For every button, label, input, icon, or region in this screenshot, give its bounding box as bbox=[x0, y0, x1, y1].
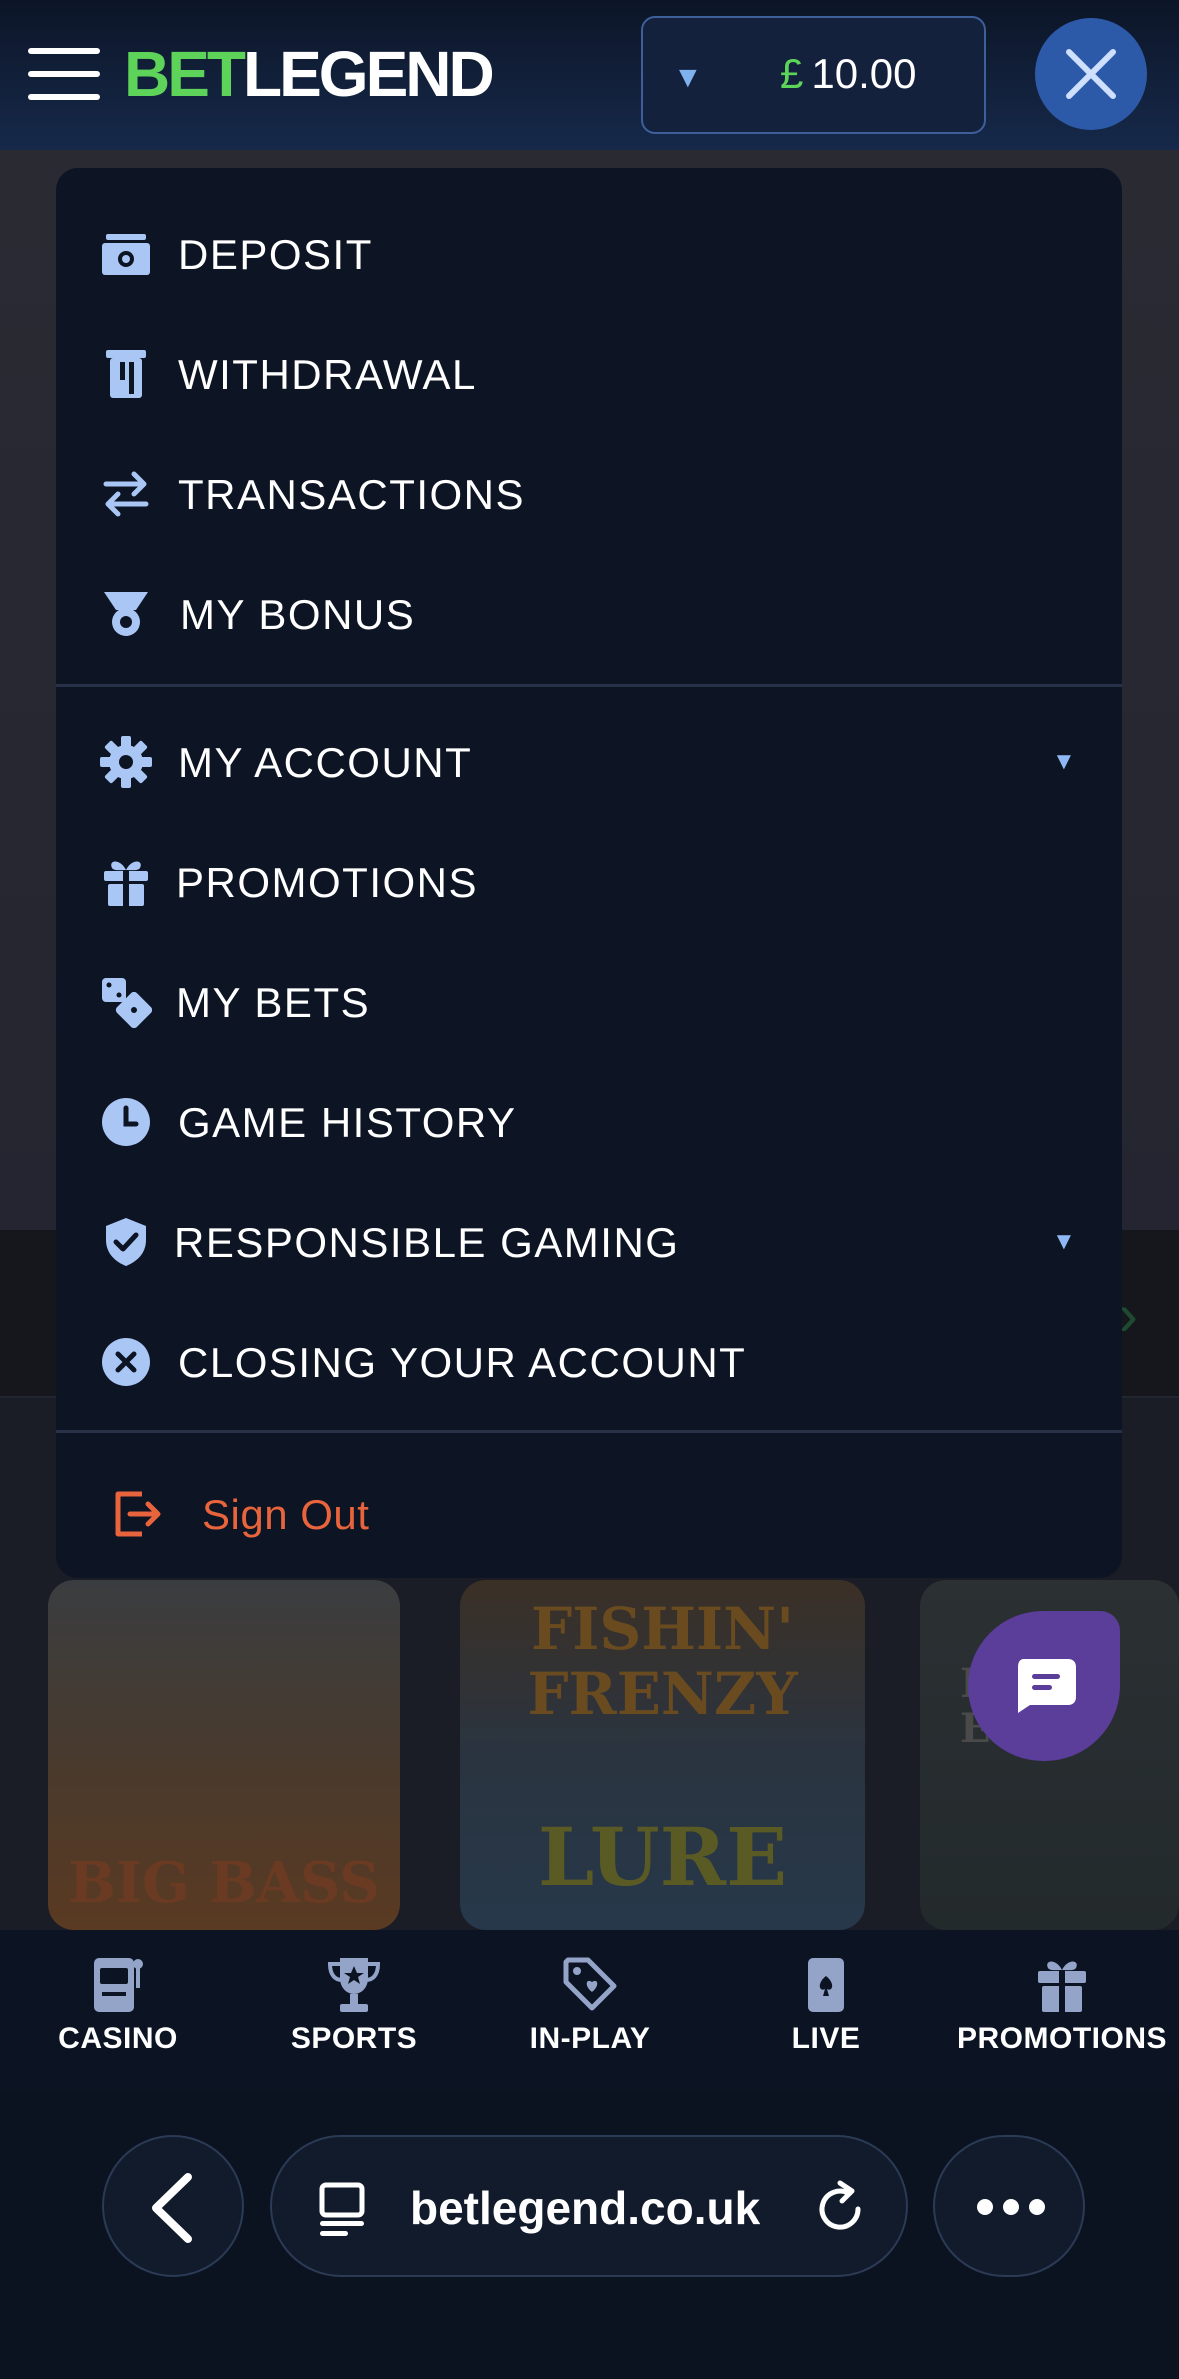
menu-item-my-account[interactable]: MY ACCOUNT ▼ bbox=[56, 710, 1122, 810]
browser-toolbar: betlegend.co.uk bbox=[0, 2090, 1179, 2379]
caret-down-icon[interactable]: ▼ bbox=[1052, 748, 1076, 776]
address-bar[interactable]: betlegend.co.uk bbox=[270, 2135, 908, 2277]
chevron-left-icon bbox=[152, 2173, 192, 2243]
ellipsis-icon bbox=[977, 2199, 1045, 2215]
menu-item-closing-account[interactable]: CLOSING YOUR ACCOUNT bbox=[56, 1310, 1122, 1410]
deposit-icon bbox=[102, 234, 150, 275]
nav-promotions[interactable]: PROMOTIONS bbox=[944, 1930, 1179, 2090]
nav-casino[interactable]: CASINO bbox=[0, 1930, 236, 2090]
menu-item-transactions[interactable]: TRANSACTIONS bbox=[56, 442, 1122, 542]
menu-item-my-bets[interactable]: MY BETS bbox=[56, 950, 1122, 1050]
slot-machine-icon bbox=[94, 1958, 143, 2012]
menu-label: DEPOSIT bbox=[178, 231, 373, 278]
close-circle-icon bbox=[102, 1338, 150, 1386]
back-button[interactable] bbox=[102, 2135, 244, 2277]
url-text: betlegend.co.uk bbox=[410, 2182, 761, 2234]
transactions-icon bbox=[103, 471, 149, 517]
menu-item-responsible-gaming[interactable]: RESPONSIBLE GAMING ▼ bbox=[56, 1190, 1122, 1290]
menu-label: RESPONSIBLE GAMING bbox=[174, 1219, 680, 1266]
balance-dropdown[interactable]: ▼ £10.00 bbox=[641, 16, 986, 134]
shield-check-icon bbox=[106, 1218, 146, 1266]
withdrawal-icon bbox=[106, 350, 146, 398]
sign-out-icon bbox=[115, 1491, 161, 1537]
chat-icon bbox=[1018, 1659, 1076, 1713]
menu-item-withdrawal[interactable]: WITHDRAWAL bbox=[56, 322, 1122, 422]
hamburger-menu-icon[interactable] bbox=[28, 48, 102, 100]
sign-out-button[interactable]: Sign Out bbox=[56, 1462, 1122, 1562]
nav-in-play[interactable]: IN-PLAY bbox=[472, 1930, 708, 2090]
menu-label: TRANSACTIONS bbox=[178, 471, 526, 518]
gear-icon bbox=[100, 736, 152, 788]
menu-divider bbox=[56, 684, 1122, 687]
menu-label: CLOSING YOUR ACCOUNT bbox=[178, 1339, 747, 1386]
menu-label: MY BETS bbox=[176, 979, 371, 1026]
caret-down-icon[interactable]: ▼ bbox=[1052, 1228, 1076, 1256]
dice-icon bbox=[102, 978, 152, 1028]
nav-sports[interactable]: SPORTS bbox=[236, 1930, 472, 2090]
game-tile-big-bass[interactable]: BIG BASS bbox=[48, 1580, 400, 1930]
menu-item-my-bonus[interactable]: MY BONUS bbox=[56, 562, 1122, 662]
close-menu-button[interactable] bbox=[1035, 18, 1147, 130]
medal-icon bbox=[104, 592, 148, 636]
chat-button[interactable] bbox=[968, 1611, 1120, 1761]
menu-item-game-history[interactable]: GAME HISTORY bbox=[56, 1070, 1122, 1170]
menu-label: MY BONUS bbox=[180, 591, 416, 638]
tag-icon bbox=[563, 1957, 617, 2011]
nav-live[interactable]: LIVE bbox=[708, 1930, 944, 2090]
reload-icon[interactable] bbox=[810, 2179, 870, 2239]
clock-icon bbox=[102, 1098, 150, 1146]
betlegend-logo[interactable]: BETLEGEND bbox=[124, 34, 495, 114]
menu-label: PROMOTIONS bbox=[176, 859, 479, 906]
menu-item-deposit[interactable]: DEPOSIT bbox=[56, 202, 1122, 302]
page-settings-icon bbox=[319, 2182, 365, 2236]
menu-label: GAME HISTORY bbox=[178, 1099, 517, 1146]
menu-item-promotions[interactable]: PROMOTIONS bbox=[56, 830, 1122, 930]
game-tile-fishin-frenzy[interactable]: FISHIN' FRENZY LURE bbox=[460, 1580, 865, 1930]
menu-label: MY ACCOUNT bbox=[178, 739, 473, 786]
balance-amount: £10.00 bbox=[780, 50, 917, 97]
top-header: BETLEGEND ▼ £10.00 bbox=[0, 0, 1179, 150]
account-menu: DEPOSIT WITHDRAWAL TRANSACTIONS MY BONUS bbox=[56, 168, 1122, 1578]
gift-icon bbox=[1038, 1961, 1086, 2012]
sign-out-label: Sign Out bbox=[202, 1491, 370, 1538]
trophy-icon bbox=[327, 1958, 381, 2012]
close-icon bbox=[1066, 49, 1116, 99]
bottom-navigation: CASINO SPORTS IN-PLAY LIVE PROMOTIONS bbox=[0, 1930, 1179, 2090]
playing-card-icon bbox=[808, 1958, 844, 2012]
caret-down-icon: ▼ bbox=[673, 61, 703, 94]
menu-label: WITHDRAWAL bbox=[178, 351, 477, 398]
more-options-button[interactable] bbox=[933, 2135, 1085, 2277]
menu-divider bbox=[56, 1430, 1122, 1433]
gift-icon bbox=[104, 861, 148, 906]
